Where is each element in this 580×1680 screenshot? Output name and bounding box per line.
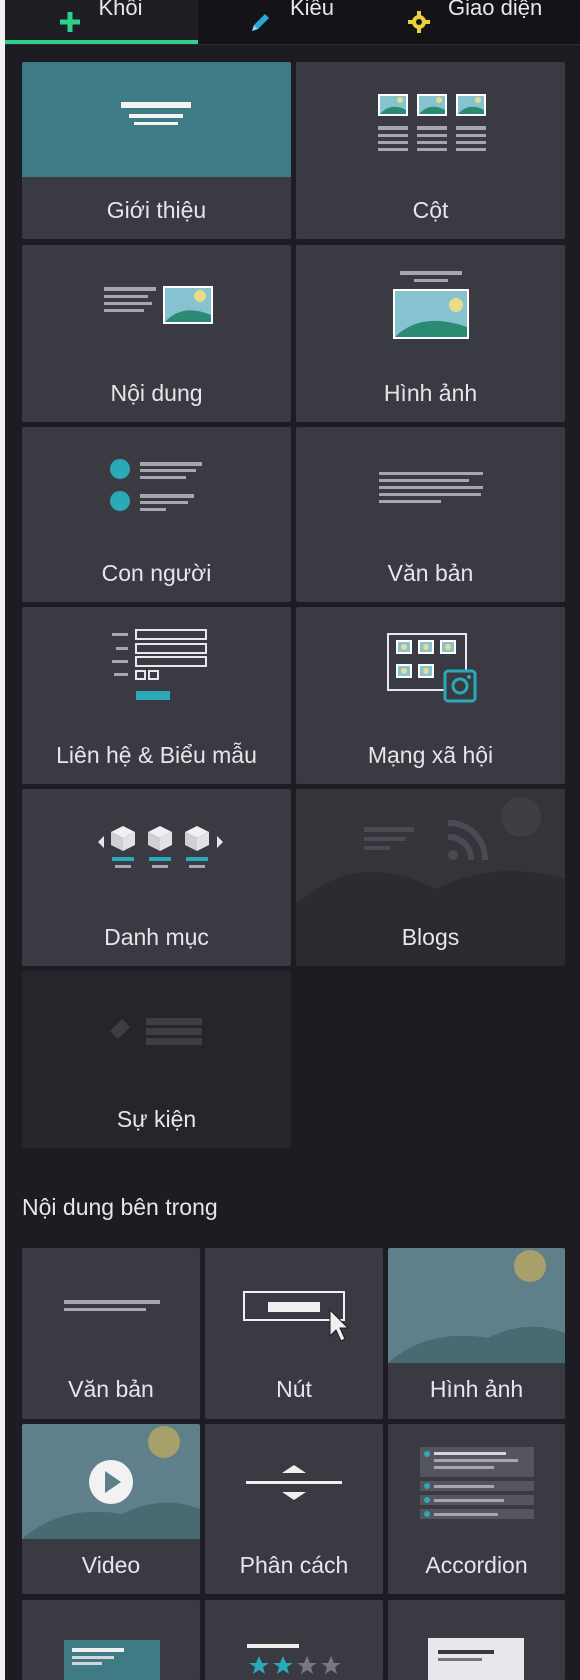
gear-icon: [408, 11, 430, 33]
window-left-edge: [0, 0, 5, 1680]
catalog-cubes-icon: [98, 826, 223, 868]
block-tile-image[interactable]: Hình ảnh: [296, 245, 565, 422]
text-snippet-icon: [64, 1300, 160, 1311]
block-label: Sự kiện: [116, 1106, 197, 1132]
block-tile-social-media[interactable]: Mạng xã hội: [296, 607, 565, 784]
intro-text-lines-icon: [121, 102, 191, 125]
block-label: Hình ảnh: [383, 380, 478, 406]
image-snippet-thumbnail: [388, 1248, 565, 1363]
inner-tile-text[interactable]: Văn bản: [22, 1248, 200, 1419]
inner-label: Hình ảnh: [429, 1376, 524, 1402]
tab-blocks-label: Khối: [98, 0, 143, 20]
block-tile-catalog[interactable]: Danh mục: [22, 789, 291, 966]
tab-bar: Khối Kiểu Giao diện: [5, 0, 580, 45]
alert-snippet-icon: [428, 1638, 524, 1680]
inner-tile-rating[interactable]: [205, 1600, 383, 1680]
rating-stars-icon: [247, 1644, 341, 1674]
block-label: Văn bản: [387, 560, 474, 586]
columns-icon: [378, 94, 486, 151]
block-label: Danh mục: [104, 924, 209, 950]
events-ticket-icon: [110, 1018, 202, 1045]
tab-theme-label: Giao diện: [448, 0, 543, 20]
people-icon: [110, 459, 202, 511]
block-tile-blogs[interactable]: Blogs: [296, 789, 565, 966]
inner-tile-alert[interactable]: [388, 1600, 565, 1680]
inner-label: Phân cách: [239, 1552, 349, 1578]
contact-form-icon: [112, 629, 207, 700]
inner-content-section-title: Nội dung bên trong: [22, 1194, 218, 1220]
block-label: Giới thiệu: [106, 197, 207, 223]
inner-label: Nút: [276, 1376, 312, 1402]
video-snippet-thumbnail: [22, 1424, 200, 1539]
pencil-icon: [250, 11, 272, 33]
inner-label: Văn bản: [68, 1376, 154, 1402]
block-label: Con người: [101, 560, 212, 586]
block-label: Liên hệ & Biểu mẫu: [56, 742, 257, 768]
tab-style[interactable]: Kiểu: [250, 0, 334, 44]
block-tile-intro[interactable]: Giới thiệu: [22, 62, 291, 239]
inner-tile-separator[interactable]: Phân cách: [205, 1424, 383, 1594]
block-tile-text[interactable]: Văn bản: [296, 427, 565, 602]
intro-thumbnail: [22, 62, 291, 177]
text-lines-icon: [379, 472, 483, 503]
button-snippet-icon: [243, 1291, 350, 1342]
tab-theme[interactable]: Giao diện: [408, 0, 542, 44]
social-media-icon: [387, 633, 477, 703]
separator-icon: [246, 1465, 342, 1500]
accordion-icon: [420, 1447, 534, 1519]
active-tab-indicator: [5, 40, 198, 44]
block-tile-content[interactable]: Nội dung: [22, 245, 291, 422]
block-tile-people[interactable]: Con người: [22, 427, 291, 602]
inner-tile-video[interactable]: Video: [22, 1424, 200, 1594]
inner-tile-button[interactable]: Nút: [205, 1248, 383, 1419]
content-image-text-icon: [104, 286, 213, 324]
block-tile-events[interactable]: Sự kiện: [22, 971, 291, 1148]
block-tile-contact-form[interactable]: Liên hệ & Biểu mẫu: [22, 607, 291, 784]
card-snippet-icon: [64, 1640, 160, 1680]
inner-tile-image[interactable]: Hình ảnh: [388, 1248, 565, 1419]
inner-label: Video: [81, 1552, 141, 1578]
inner-tile-accordion[interactable]: Accordion: [388, 1424, 565, 1594]
block-label: Blogs: [401, 924, 460, 950]
tab-style-label: Kiểu: [290, 0, 335, 20]
plus-icon: [60, 12, 81, 32]
inner-tile-card[interactable]: [22, 1600, 200, 1680]
block-tile-columns[interactable]: Cột: [296, 62, 565, 239]
inner-label: Accordion: [425, 1552, 528, 1578]
block-label: Cột: [412, 197, 449, 223]
block-label: Mạng xã hội: [367, 742, 494, 768]
block-label: Nội dung: [110, 380, 203, 406]
blogs-thumbnail: [296, 789, 565, 904]
cursor-icon: [329, 1308, 350, 1342]
image-block-icon: [393, 271, 469, 339]
tab-blocks[interactable]: Khối: [5, 0, 198, 44]
